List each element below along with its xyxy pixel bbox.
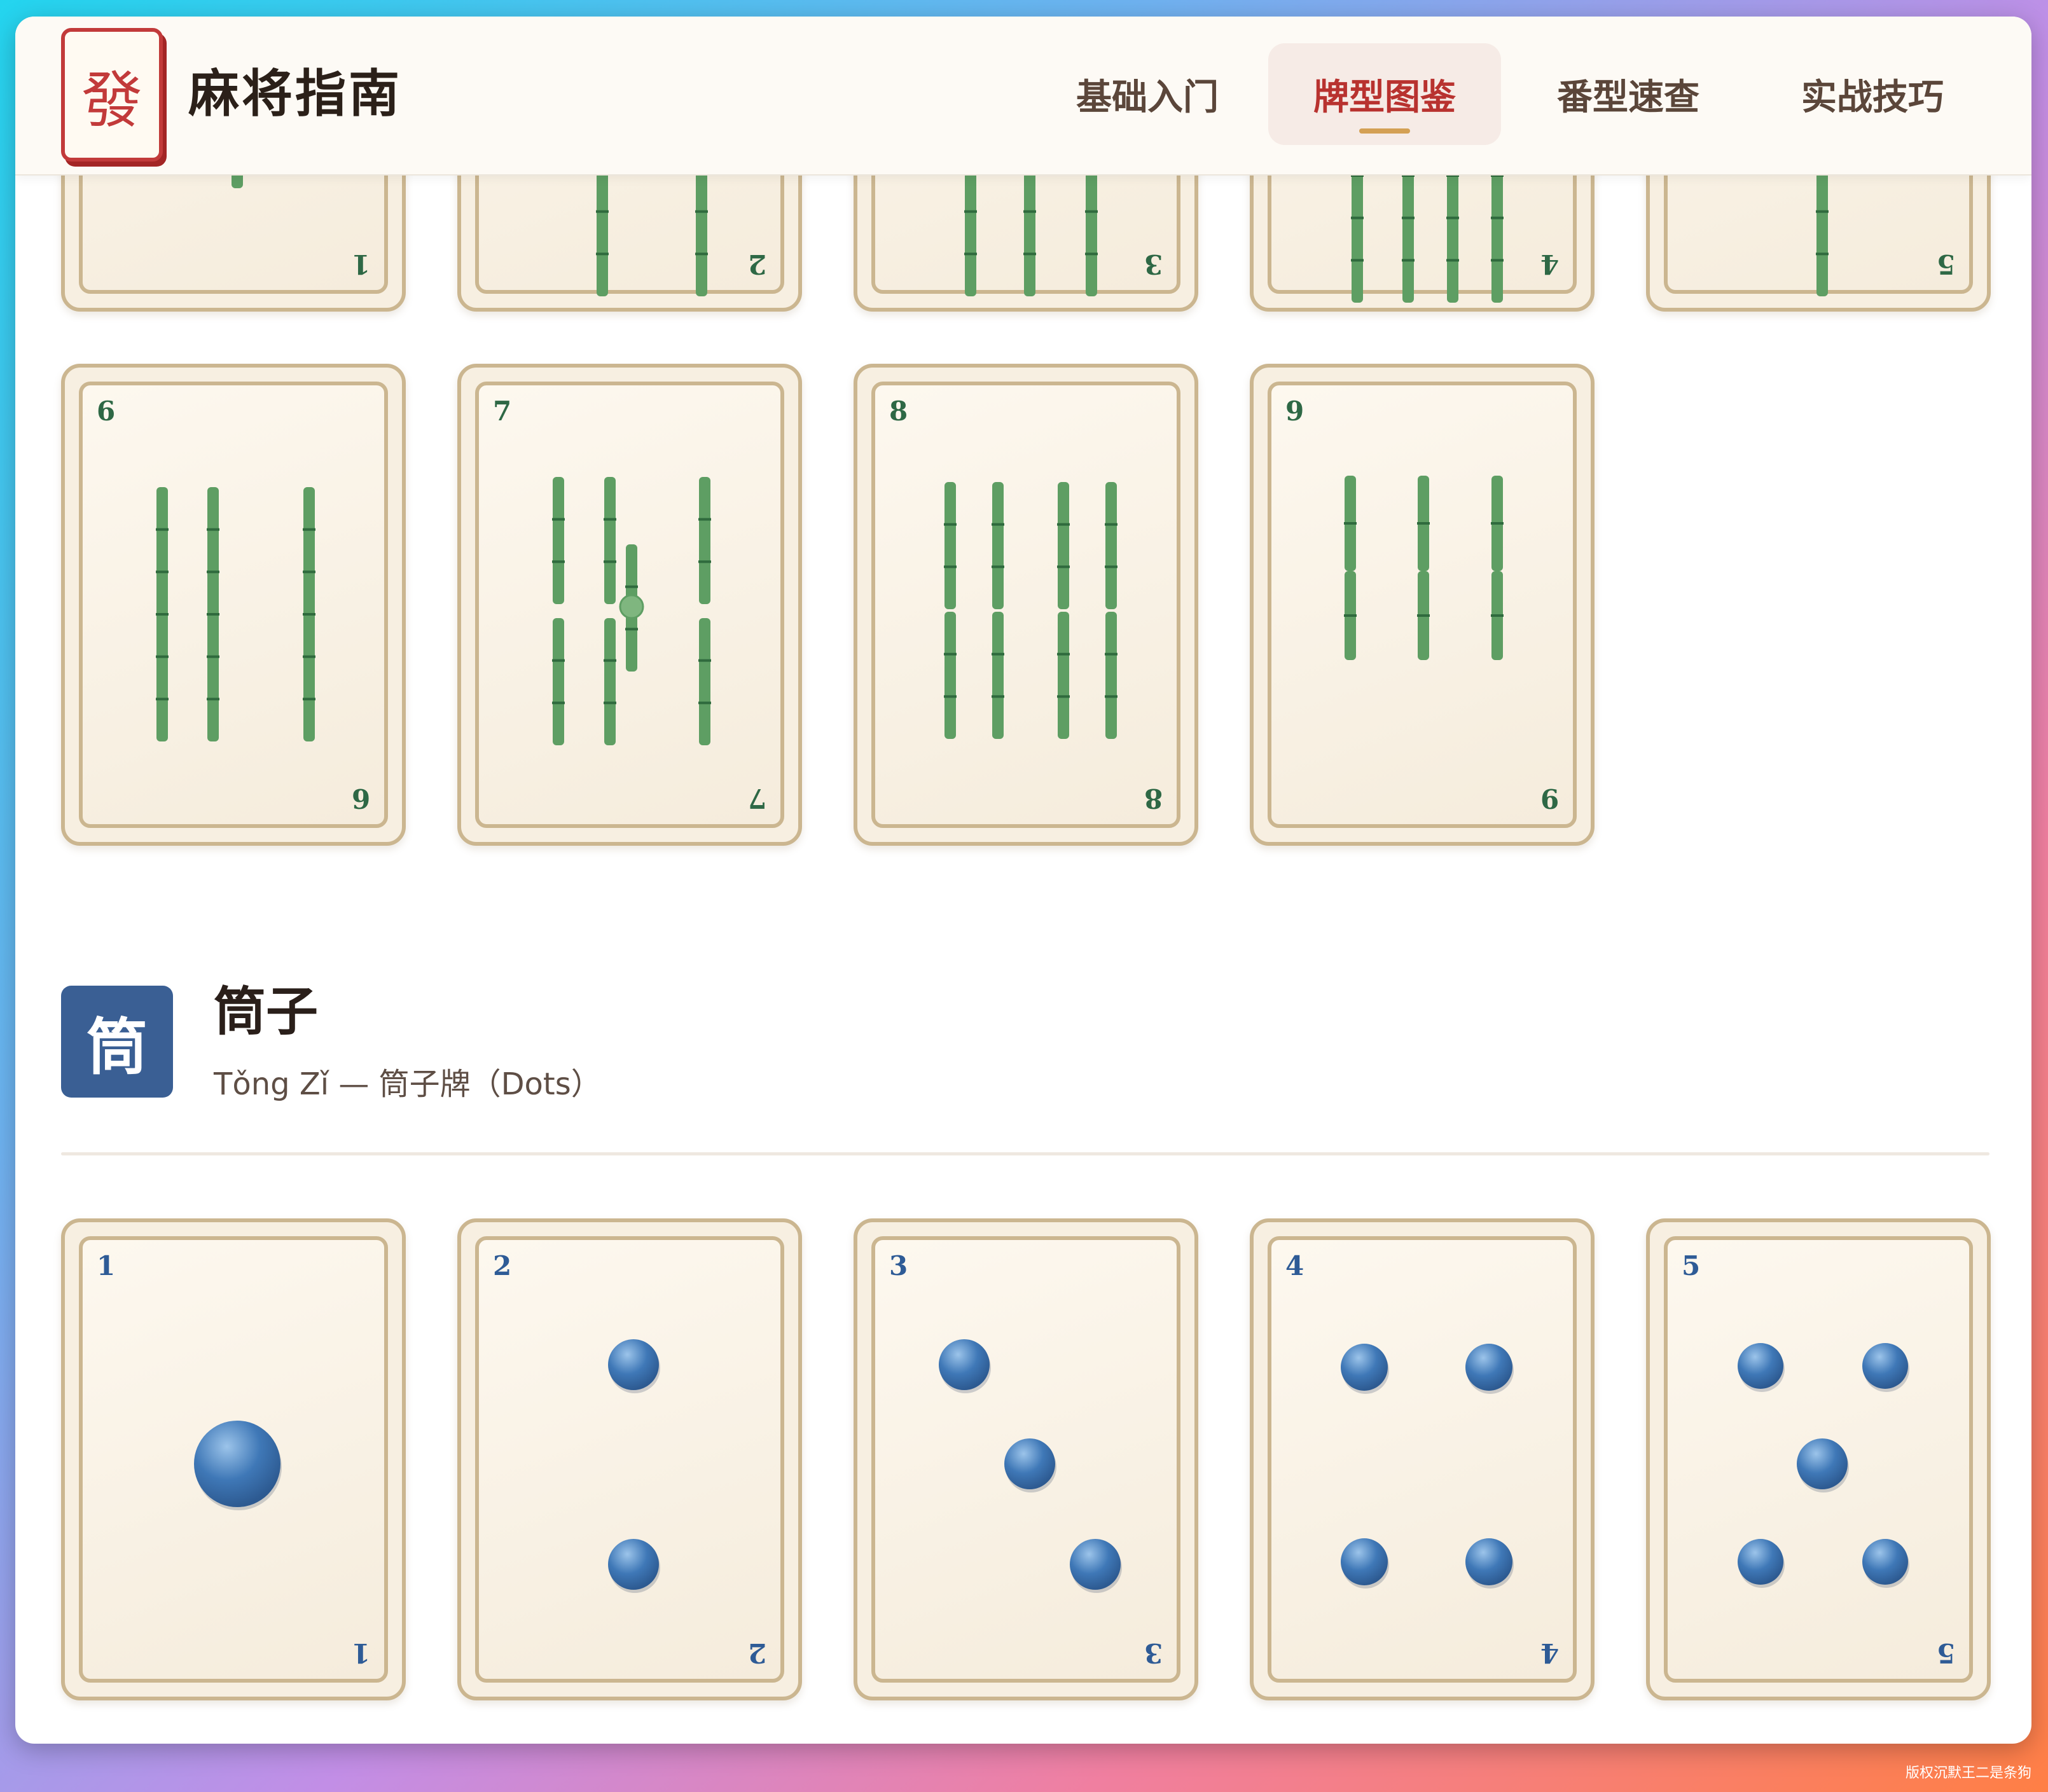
dots-section-subtitle: Tǒng Zǐ — 筒子牌（Dots） — [214, 1066, 602, 1102]
bamboo-stick — [604, 618, 616, 745]
bamboo-tile-6[interactable]: 6 6 — [61, 364, 406, 846]
bamboo-stick — [1491, 476, 1504, 571]
bamboo-tile-7[interactable]: 7 7 — [457, 364, 802, 846]
dot-circle — [1738, 1343, 1785, 1392]
dots-tile-2[interactable]: 2 2 — [457, 1218, 802, 1700]
tile-face: 4 4 — [1268, 1236, 1577, 1683]
bamboo-stick — [992, 482, 1004, 609]
dot-circle — [1465, 1344, 1514, 1394]
bamboo-sticks-art — [552, 477, 711, 745]
bamboo-stick — [1105, 482, 1117, 609]
dots-circles-art — [939, 1339, 1122, 1593]
tile-face: 5 5 — [1664, 1236, 1973, 1683]
dot-circle — [1738, 1539, 1785, 1588]
nav-fan-reference[interactable]: 番型速查 — [1533, 43, 1724, 145]
dot-circle — [1797, 1438, 1849, 1492]
section-divider — [61, 1152, 1989, 1155]
dots-circles-art — [1341, 1344, 1514, 1589]
bamboo-stick — [1344, 571, 1357, 660]
bamboo-stick — [552, 618, 565, 745]
dots-tile-3[interactable]: 3 3 — [854, 1218, 1198, 1700]
nav-tile-gallery[interactable]: 牌型图鉴 — [1268, 43, 1501, 145]
page-content: 1 1 2 2 3 3 4 4 — [15, 17, 2031, 1744]
bamboo-stick — [1057, 612, 1070, 739]
nav-label: 实战技巧 — [1801, 76, 1944, 118]
dots-circles-art — [608, 1339, 660, 1593]
browser-window: 1 1 2 2 3 3 4 4 — [15, 17, 2031, 1744]
bamboo-stick — [1105, 612, 1117, 739]
tile-face: 7 7 — [475, 382, 784, 828]
bamboo-stick — [698, 618, 711, 745]
logo-tile-icon[interactable]: 發 — [61, 28, 163, 162]
tile-face: 1 1 — [79, 1236, 388, 1683]
tile-face: 3 3 — [871, 1236, 1180, 1683]
nav-basics[interactable]: 基础入门 — [1052, 43, 1243, 145]
dot-circle — [1465, 1538, 1514, 1589]
bamboo-stick — [156, 487, 169, 741]
bamboo-stick — [992, 612, 1004, 739]
bamboo-sticks-art — [944, 482, 1117, 739]
dot-circle — [608, 1539, 660, 1593]
tile-face: 6 6 — [79, 382, 388, 828]
dot-circle — [1862, 1343, 1909, 1392]
bamboo-stick — [944, 612, 957, 739]
bamboo-stick — [698, 477, 711, 604]
dots-tile-1[interactable]: 1 1 — [61, 1218, 406, 1700]
bamboo-stick — [303, 487, 315, 741]
nav-label: 牌型图鉴 — [1313, 76, 1456, 118]
bamboo-knot — [619, 594, 644, 619]
nav-label: 基础入门 — [1076, 76, 1219, 118]
tile-face: 9 9 — [1268, 382, 1577, 828]
bamboo-stick — [552, 477, 565, 604]
site-header: 發 麻将指南 基础入门 牌型图鉴 番型速查 实战技巧 — [15, 17, 2031, 176]
dot-circle — [939, 1339, 991, 1393]
tile-face: 8 8 — [871, 382, 1180, 828]
tile-face: 2 2 — [475, 1236, 784, 1683]
dot-circle — [1004, 1438, 1056, 1492]
bamboo-stick — [1344, 476, 1357, 571]
nav-strategy[interactable]: 实战技巧 — [1777, 43, 1968, 145]
dot-circle — [1341, 1344, 1389, 1394]
dots-circles-art — [194, 1421, 282, 1510]
bamboo-stick — [1417, 571, 1430, 660]
dots-tile-5[interactable]: 5 5 — [1646, 1218, 1991, 1700]
bamboo-stick — [604, 477, 616, 604]
bamboo-tile-9[interactable]: 9 9 — [1250, 364, 1595, 846]
dot-circle — [194, 1421, 282, 1510]
dots-section-icon: 筒 — [61, 986, 173, 1098]
dots-circles-art — [1738, 1343, 1909, 1588]
dots-section-title: 筒子 — [214, 981, 319, 1042]
dot-circle — [1862, 1539, 1909, 1588]
watermark: 版权沉默王二是条狗 — [1905, 1765, 2031, 1781]
bamboo-stick — [1057, 482, 1070, 609]
nav-label: 番型速查 — [1557, 76, 1699, 118]
dots-tile-4[interactable]: 4 4 — [1250, 1218, 1595, 1700]
bamboo-sticks-art — [1344, 476, 1504, 660]
bamboo-stick — [207, 487, 219, 741]
dot-circle — [1341, 1538, 1389, 1589]
bamboo-tile-8[interactable]: 8 8 — [854, 364, 1198, 846]
dot-circle — [608, 1339, 660, 1393]
bamboo-sticks-art — [156, 487, 315, 741]
bamboo-stick — [944, 482, 957, 609]
dot-circle — [1070, 1539, 1122, 1593]
bamboo-stick — [1417, 476, 1430, 571]
bamboo-stick — [1491, 571, 1504, 660]
site-title[interactable]: 麻将指南 — [188, 59, 402, 128]
active-indicator — [1359, 128, 1410, 134]
